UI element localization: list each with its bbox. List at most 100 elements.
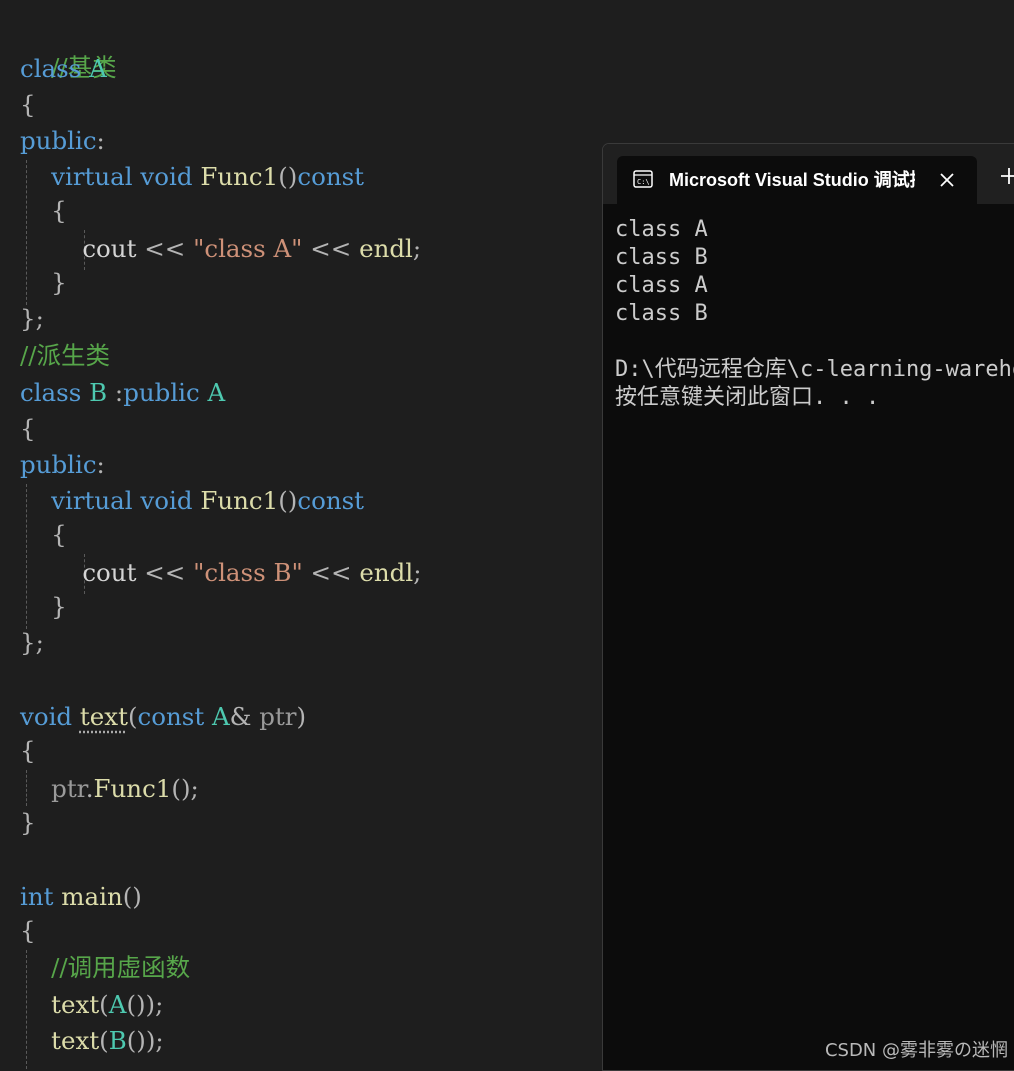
- class-name: A: [89, 54, 107, 83]
- code-line: void text(const A& ptr): [20, 699, 306, 735]
- code-line: text(A());: [20, 987, 163, 1023]
- paren: ): [296, 702, 307, 731]
- keyword: const: [297, 162, 365, 191]
- code-line: text(B());: [20, 1023, 164, 1059]
- console-output[interactable]: class A class B class A class B D:\代码远程仓…: [615, 216, 1014, 412]
- code-line: };: [20, 301, 44, 337]
- brace: }: [20, 808, 36, 837]
- ampersand: &: [229, 702, 252, 731]
- code-line: class B :public A: [20, 375, 225, 411]
- colon: :: [96, 126, 105, 155]
- output-line: class B: [615, 301, 708, 326]
- keyword: virtual: [51, 162, 133, 191]
- identifier: endl: [359, 234, 413, 263]
- identifier: cout: [82, 234, 137, 263]
- comment: //派生类: [20, 341, 111, 370]
- watermark: CSDN @雾非雾の迷惘: [824, 1040, 1008, 1061]
- tab-bar: C:\ Microsoft Visual Studio 调试控制台: [603, 144, 1014, 204]
- function-name: Func1: [200, 162, 279, 191]
- keyword: virtual: [51, 486, 133, 515]
- code-line: class A: [20, 51, 107, 87]
- semicolon: ;: [413, 558, 422, 587]
- code-line: public:: [20, 447, 105, 483]
- code-line: cout << "class B" << endl;: [20, 555, 421, 591]
- output-line: class B: [615, 245, 708, 270]
- operator: <<: [144, 234, 186, 263]
- code-line: cout << "class A" << endl;: [20, 231, 421, 267]
- code-line: }: [20, 589, 67, 625]
- keyword: public: [20, 450, 97, 479]
- brace: }: [51, 268, 67, 297]
- svg-text:C:\: C:\: [637, 178, 650, 186]
- debug-console-window[interactable]: C:\ Microsoft Visual Studio 调试控制台 class …: [602, 143, 1014, 1071]
- output-line: 按任意键关闭此窗口. . .: [615, 385, 880, 410]
- brace: {: [51, 196, 67, 225]
- code-line: }: [20, 265, 67, 301]
- identifier: endl: [359, 558, 414, 587]
- terminal-icon: C:\: [633, 170, 653, 188]
- keyword: void: [20, 702, 73, 731]
- class-name: A: [211, 702, 230, 731]
- string-literal: "class A": [193, 234, 303, 263]
- parameter: ptr: [51, 774, 86, 803]
- function-name: text: [51, 990, 100, 1019]
- brace: {: [20, 736, 36, 765]
- keyword: int: [20, 882, 54, 911]
- operator: <<: [144, 558, 186, 587]
- parameter: ptr: [259, 702, 297, 731]
- colon: :: [96, 450, 105, 479]
- output-line: class A: [615, 217, 708, 242]
- output-line: D:\代码远程仓库\c-learning-warehouse: [615, 357, 1014, 382]
- brace: }: [51, 592, 67, 621]
- brace: };: [20, 304, 44, 333]
- code-line: //派生类: [20, 338, 110, 374]
- function-name: text: [51, 1026, 100, 1055]
- function-name: main: [61, 882, 123, 911]
- dot: .: [85, 774, 94, 803]
- close-icon[interactable]: [935, 168, 959, 192]
- paren: (: [99, 990, 109, 1019]
- keyword: const: [297, 486, 365, 515]
- code-line: {: [20, 733, 36, 769]
- call-parens: ();: [171, 774, 199, 803]
- class-name: A: [108, 990, 127, 1019]
- brace: {: [20, 90, 36, 119]
- keyword: const: [137, 702, 205, 731]
- function-name: Func1: [200, 486, 279, 515]
- code-line: };: [20, 625, 44, 661]
- call-parens: ());: [126, 990, 164, 1019]
- brace: {: [51, 520, 67, 549]
- keyword: void: [140, 162, 193, 191]
- class-name: A: [207, 378, 226, 407]
- code-line: public:: [20, 123, 105, 159]
- code-line: {: [20, 87, 36, 123]
- brace: };: [20, 628, 44, 657]
- semicolon: ;: [412, 234, 422, 263]
- class-name: B: [108, 1026, 127, 1055]
- comment: //调用虚函数: [51, 953, 191, 982]
- parens: (): [122, 882, 142, 911]
- paren: (: [127, 702, 138, 731]
- colon: :: [114, 378, 124, 407]
- identifier: cout: [82, 558, 137, 587]
- operator: <<: [310, 558, 352, 587]
- code-line: //基类: [20, 14, 117, 82]
- code-line: virtual void Func1()const: [20, 483, 364, 519]
- call-parens: ());: [126, 1026, 164, 1055]
- code-line: int main(): [20, 879, 142, 915]
- keyword: class: [20, 378, 82, 407]
- code-line: {: [20, 411, 36, 447]
- keyword: class: [20, 54, 82, 83]
- operator: <<: [310, 234, 352, 263]
- code-line: {: [20, 913, 36, 949]
- brace: {: [20, 916, 36, 945]
- string-literal: "class B": [193, 558, 303, 587]
- console-tab[interactable]: C:\ Microsoft Visual Studio 调试控制台: [617, 156, 977, 204]
- plus-icon[interactable]: [997, 164, 1014, 188]
- code-line: }: [20, 805, 36, 841]
- output-line: class A: [615, 273, 708, 298]
- function-name: text: [79, 702, 128, 731]
- parens: (): [278, 162, 298, 191]
- tab-title: Microsoft Visual Studio 调试控制台: [669, 170, 915, 190]
